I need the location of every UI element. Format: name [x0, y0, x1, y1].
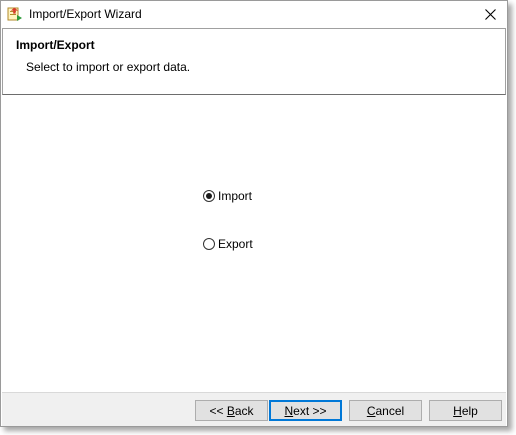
cancel-rest: ancel [375, 403, 405, 418]
back-prefix: << [209, 403, 227, 418]
wizard-window: Import/Export Wizard Import/Export Selec… [0, 0, 508, 427]
export-option[interactable]: Export [203, 237, 253, 251]
back-rest: ack [234, 403, 254, 418]
next-button[interactable]: Next >> [269, 400, 342, 421]
wizard-header: Import/Export Select to import or export… [2, 28, 506, 95]
cancel-hotkey: C [366, 403, 376, 418]
back-hotkey: B [226, 403, 235, 418]
button-bar: << Back Next >> Cancel Help [2, 392, 506, 426]
help-button[interactable]: Help [429, 400, 502, 421]
import-label[interactable]: Import [218, 189, 252, 203]
title-bar: Import/Export Wizard [1, 1, 507, 27]
export-radio[interactable] [203, 238, 215, 250]
next-hotkey: N [284, 403, 294, 418]
header-title: Import/Export [16, 38, 95, 52]
import-radio[interactable] [203, 190, 215, 202]
help-rest: elp [461, 403, 478, 418]
back-button[interactable]: << Back [195, 400, 268, 421]
help-hotkey: H [453, 403, 462, 418]
close-button[interactable] [473, 1, 507, 27]
wizard-content: Import Export [2, 96, 506, 392]
cancel-button[interactable]: Cancel [349, 400, 422, 421]
header-subtitle: Select to import or export data. [26, 60, 191, 74]
window-title: Import/Export Wizard [29, 7, 142, 21]
wizard-app-icon [7, 6, 23, 22]
export-label[interactable]: Export [218, 237, 253, 251]
import-option[interactable]: Import [203, 189, 252, 203]
close-icon [484, 8, 496, 20]
next-rest: ext >> [293, 403, 327, 418]
